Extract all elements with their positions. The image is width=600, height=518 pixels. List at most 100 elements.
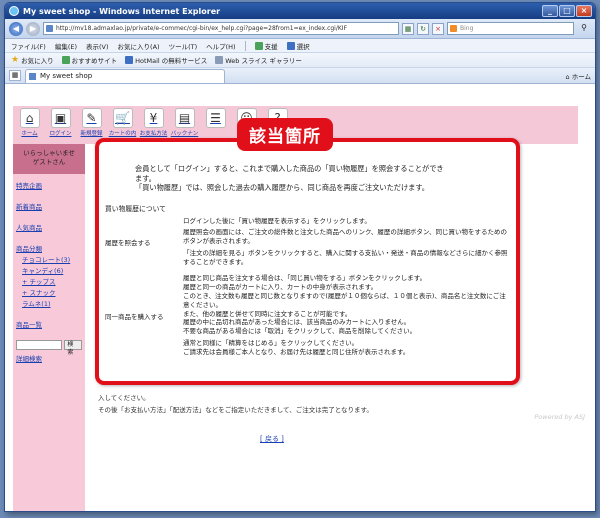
row-text: 履歴の中に品切れ商品があった場合には、該当商品のみカートに入りません。 [183, 318, 411, 327]
row-text: 履歴照会の画面には、ご注文の総件数と注文した商品へのリンク、履歴の詳細ボタン、同… [183, 228, 508, 246]
sidebar-item-new[interactable]: 新着商品 [16, 201, 82, 211]
menu-bar: ファイル(F) 編集(E) 表示(V) お気に入り(A) ツール(T) ヘルプ(… [5, 39, 595, 53]
favorites-button[interactable]: ★ お気に入り [11, 55, 54, 65]
intro-line: 会員として「ログイン」すると、これまで購入した商品の「買い物履歴」を照会すること… [135, 164, 444, 173]
home-button[interactable]: ⌂ ホーム [565, 71, 591, 81]
nav-home[interactable]: ⌂ ホーム [15, 108, 44, 145]
category-chocolate[interactable]: チョコレート(3) [22, 254, 82, 264]
welcome-text: いらっしゃいませ [23, 149, 75, 157]
row-text: 履歴と同じ商品を注文する場合は、「同じ買い物をする」ボタンをクリックします。 [183, 274, 427, 283]
favorites-bar: ★ お気に入り おすすめサイト HotMail の無料サービス Web スライス … [5, 53, 595, 68]
fav-item-recommended[interactable]: おすすめサイト [61, 55, 118, 65]
category-ramune[interactable]: ラムネ(1) [22, 298, 82, 308]
menu-help[interactable]: ヘルプ(H) [206, 41, 235, 51]
intro-text: 会員として「ログイン」すると、これまで購入した商品の「買い物履歴」を照会すること… [105, 164, 508, 193]
maximize-button[interactable]: □ [559, 5, 575, 17]
fav-label: おすすめサイト [71, 57, 118, 65]
highlight-callout: 会員として「ログイン」すると、これまで購入した商品の「買い物履歴」を照会すること… [95, 138, 520, 385]
compat-icon[interactable]: ▦ [402, 22, 414, 35]
welcome-box: いらっしゃいませ ゲストさん [13, 144, 85, 174]
category-chips[interactable]: + チップス [22, 276, 82, 286]
tab-my-sweet-shop[interactable]: My sweet shop [25, 68, 225, 83]
support-icon [254, 41, 263, 50]
fav-item-webslice[interactable]: Web スライス ギャラリー [215, 55, 302, 65]
fav-item-hotmail[interactable]: HotMail の無料サービス [125, 55, 207, 65]
behind-text-1: 入してください。 [98, 394, 150, 402]
nav-label: 新規登録 [80, 131, 103, 137]
fav-label: HotMail の無料サービス [135, 57, 208, 65]
section-title: 買い物履歴について [105, 204, 166, 213]
ie-icon [9, 6, 19, 16]
row-text: 「注文の詳細を見る」ボタンをクリックすると、購入に関する支払い・発送・商品の情報… [183, 248, 508, 266]
register-icon: ✎ [81, 108, 102, 128]
sidebar-item-categories[interactable]: 商品分類 [16, 243, 82, 253]
payment-icon: ¥ [143, 108, 164, 128]
star-icon: ★ [11, 54, 20, 65]
row-text: このとき、注文数も履歴と同じ数となりますので(履歴が１０個ならば、１０個と表示)… [183, 292, 506, 309]
nav-label: ホーム [21, 131, 38, 137]
favorites-center-icon[interactable]: ▦ [9, 70, 21, 81]
window-title: My sweet shop - Windows Internet Explore… [23, 6, 221, 16]
row-text: 通常と同様に「精算をはじめる」をクリックしてください。 [183, 339, 359, 348]
close-button[interactable]: × [576, 5, 592, 17]
select-icon [286, 41, 295, 50]
stop-icon[interactable]: × [432, 22, 444, 35]
select-tool[interactable]: 選択 [286, 41, 310, 51]
product-search-button[interactable]: 検索 [64, 340, 82, 356]
behind-text-2: その後「お支払い方法」「配送方法」などをご指定いただきまして、ご注文は完了となり… [98, 406, 373, 414]
minimize-button[interactable]: _ [542, 5, 558, 17]
menu-file[interactable]: ファイル(F) [11, 41, 46, 51]
nav-login[interactable]: ▣ ログイン [46, 108, 75, 145]
home-label: ホーム [571, 72, 591, 81]
row-text: 履歴と同一の商品がカートに入り、カートの中身が表示されます。 [183, 283, 378, 292]
row-label: 履歴を照会する [105, 238, 151, 247]
recommended-icon [61, 56, 70, 64]
home-icon: ⌂ [19, 108, 40, 128]
history-view-row: 履歴を照会する ログインした後に「買い物履歴を表示する」をクリックします。 履歴… [105, 217, 508, 270]
sidebar-item-sale[interactable]: 特売企画 [16, 180, 82, 190]
search-input[interactable]: Bing [447, 22, 574, 35]
product-search-input[interactable] [16, 340, 63, 350]
title-bar: My sweet shop - Windows Internet Explore… [5, 3, 595, 19]
powered-by: Powered by ASJ [534, 413, 585, 421]
back-link[interactable]: [ 戻る ] [260, 434, 284, 444]
menu-separator [244, 40, 246, 51]
row-label: 同一商品を購入する [105, 312, 164, 321]
cart-icon: 🛒 [112, 108, 133, 128]
category-candy[interactable]: キャンディ(6) [22, 265, 82, 275]
menu-edit[interactable]: 編集(E) [55, 41, 77, 51]
same-purchase-row: 同一商品を購入する 履歴と同じ商品を注文する場合は、「同じ買い物をする」ボタンを… [105, 274, 508, 359]
backnumber-icon: ▤ [174, 108, 195, 128]
tab-bar: ▦ My sweet shop ⌂ ホーム [5, 68, 595, 84]
favorites-label: お気に入り [21, 57, 54, 65]
row-text: ご請求先は会員様ご本人となり、お届け先は履歴と同じ住所が表示されます。 [183, 347, 410, 356]
nav-label: お支払方法 [139, 131, 168, 137]
support-label: 支援 [264, 42, 278, 51]
sidebar: いらっしゃいませ ゲストさん 特売企画 新着商品 人気商品 商品分類 チョコレー… [13, 144, 85, 511]
sidebar-item-list[interactable]: 商品一覧 [16, 319, 82, 329]
row-text: ログインした後に「買い物履歴を表示する」をクリックします。 [183, 216, 371, 225]
sidebar-item-popular[interactable]: 人気商品 [16, 222, 82, 232]
forward-icon[interactable]: ▶ [26, 21, 40, 36]
url-input[interactable]: http://mv18.admaxlao.jp/private/e-commec… [43, 22, 399, 35]
webslice-icon [215, 56, 224, 64]
row-text: 不要な商品がある場合には「取消」をクリックして、商品を削除してください。 [183, 327, 417, 336]
address-bar: ◀ ▶ http://mv18.admaxlao.jp/private/e-co… [5, 19, 595, 39]
back-icon[interactable]: ◀ [9, 21, 23, 36]
document-icon: ☰ [205, 108, 226, 128]
menu-tools[interactable]: ツール(T) [169, 41, 198, 51]
search-icon[interactable]: ⚲ [577, 22, 591, 35]
guest-name: ゲストさん [32, 158, 66, 166]
nav-label: ログイン [49, 131, 72, 137]
intro-line: 「買い物履歴」では、照会した過去の購入履歴から、同じ商品を再度ご注文いただけます… [135, 183, 429, 192]
callout-badge: 該当箇所 [237, 118, 333, 151]
menu-view[interactable]: 表示(V) [86, 41, 109, 51]
browser-window: My sweet shop - Windows Internet Explore… [4, 2, 596, 512]
login-icon: ▣ [50, 108, 71, 128]
category-snack[interactable]: + スナック [22, 287, 82, 297]
refresh-icon[interactable]: ↻ [417, 22, 429, 35]
intro-line: ます。 [135, 173, 156, 183]
hotmail-icon [125, 56, 134, 64]
support-tool[interactable]: 支援 [254, 41, 278, 51]
menu-favorites[interactable]: お気に入り(A) [118, 41, 160, 51]
